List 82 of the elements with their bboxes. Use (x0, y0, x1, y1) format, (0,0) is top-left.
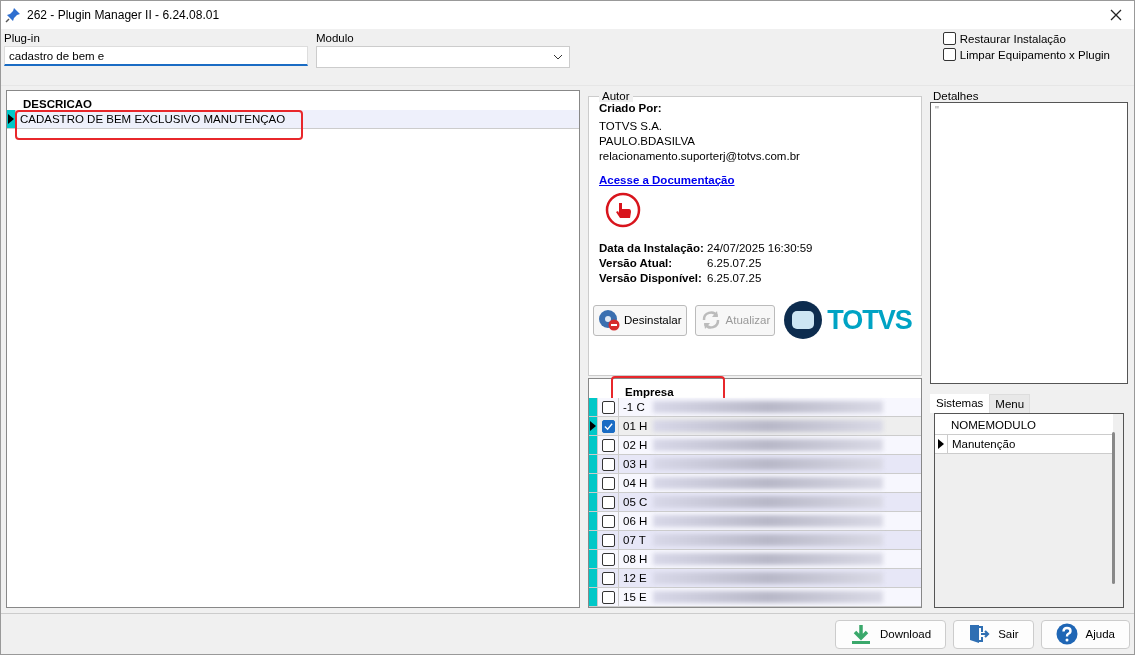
row-pointer-icon (590, 421, 596, 431)
info-value: 6.25.07.25 (707, 272, 763, 284)
company-row[interactable]: 03 H (589, 455, 921, 474)
chevron-down-icon (553, 54, 563, 60)
info-label: Versão Disponível: (599, 272, 703, 284)
column-header: DESCRICAO (22, 98, 92, 110)
company-row[interactable]: 02 H (589, 436, 921, 455)
author-text: TOTVS S.A. (599, 120, 664, 132)
author-text: PAULO.BDASILVA (599, 135, 696, 147)
company-row[interactable]: 04 H (589, 474, 921, 493)
close-icon (1110, 9, 1122, 21)
row-pointer-icon (938, 439, 944, 449)
uninstall-button[interactable]: Desinstalar (593, 304, 687, 336)
checkbox[interactable] (601, 495, 615, 509)
row-pointer-icon (8, 114, 14, 124)
table-cell-text: 02 H (622, 439, 649, 451)
column-header: Empresa (624, 386, 674, 398)
checkbox[interactable] (601, 438, 615, 452)
checkbox[interactable] (601, 476, 615, 490)
checkbox[interactable] (601, 571, 615, 585)
brand-logo: TOTVS (783, 300, 912, 340)
info-label: Versão Atual: (599, 257, 674, 269)
checkbox[interactable] (601, 514, 615, 528)
disc-remove-icon (598, 309, 620, 331)
table-cell-text: 01 H (622, 420, 649, 432)
pin-icon (5, 7, 21, 23)
help-icon (1055, 623, 1078, 645)
checkbox[interactable] (601, 419, 615, 433)
table-cell-text: CADASTRO DE BEM EXCLUSIVO MANUTENÇAO (19, 113, 286, 125)
info-value: 24/07/2025 16:30:59 (707, 242, 814, 254)
scrollbar[interactable] (1112, 432, 1115, 584)
checkbox[interactable] (601, 457, 615, 471)
plugin-input[interactable]: cadastro de bem e (4, 46, 308, 66)
table-cell-text: 15 E (622, 591, 648, 603)
author-text: relacionamento.suporterj@totvs.com.br (599, 150, 801, 162)
checkbox[interactable] (942, 48, 956, 61)
column-header: NOMEMODULO (950, 419, 1036, 431)
table-cell-text: 05 C (622, 496, 649, 508)
table-cell-text: 07 T (622, 534, 647, 546)
download-button[interactable]: Download (834, 619, 947, 649)
info-value: 6.25.07.25 (707, 257, 763, 269)
help-button[interactable]: Ajuda (1040, 619, 1130, 649)
pointing-hand-icon[interactable] (605, 192, 641, 228)
company-row[interactable]: 01 H (589, 417, 921, 436)
table-cell-text: 12 E (622, 572, 648, 584)
created-by-label: Criado Por: (599, 102, 663, 114)
table-cell-text: 06 H (622, 515, 649, 527)
table-cell-text: 08 H (622, 553, 649, 565)
table-cell-text: 03 H (622, 458, 649, 470)
exit-button[interactable]: Sair (953, 619, 1034, 649)
panel-legend: Autor (599, 90, 633, 102)
company-row[interactable]: -1 C (589, 398, 921, 417)
exit-door-icon (968, 623, 991, 645)
documentation-link[interactable]: Acesse a Documentação (599, 174, 735, 186)
tab[interactable]: Menu (989, 394, 1031, 413)
company-row[interactable]: 15 E (589, 588, 921, 607)
table-cell-text: Manutenção (951, 438, 1016, 450)
option-checkbox[interactable]: Restaurar Instalação (942, 32, 1110, 45)
window-title: 262 - Plugin Manager II - 6.24.08.01 (27, 8, 221, 22)
company-row[interactable]: 08 H (589, 550, 921, 569)
checkbox[interactable] (601, 552, 615, 566)
tab[interactable]: Sistemas (930, 394, 990, 413)
company-row[interactable]: 12 E (589, 569, 921, 588)
checkbox[interactable] (601, 590, 615, 604)
info-label: Data da Instalação: (599, 242, 705, 254)
table-cell-text: -1 C (622, 401, 646, 413)
field-label: Modulo (316, 32, 355, 44)
option-checkbox[interactable]: Limpar Equipamento x Plugin (942, 48, 1110, 61)
module-row[interactable]: Manutenção (935, 435, 1113, 454)
download-icon (849, 623, 872, 645)
details-text: '' (935, 105, 939, 116)
company-row[interactable]: 06 H (589, 512, 921, 531)
plugin-row[interactable]: CADASTRO DE BEM EXCLUSIVO MANUTENÇAO (7, 110, 579, 129)
checkbox[interactable] (942, 32, 956, 45)
table-cell-text: 04 H (622, 477, 649, 489)
panel-legend: Detalhes (930, 90, 982, 102)
company-row[interactable]: 05 C (589, 493, 921, 512)
details-textbox[interactable]: '' (930, 102, 1128, 384)
company-row[interactable]: 07 T (589, 531, 921, 550)
checkbox[interactable] (601, 533, 615, 547)
field-label: Plug-in (4, 32, 41, 44)
checkbox[interactable] (601, 400, 615, 414)
